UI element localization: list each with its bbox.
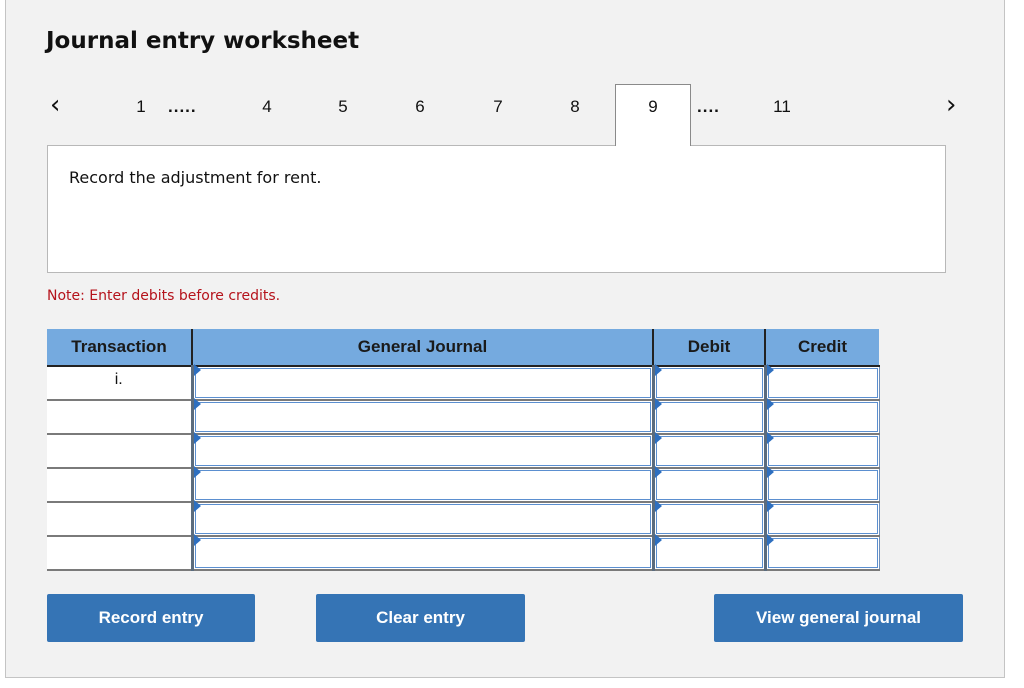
transaction-cell (47, 502, 192, 537)
table-header-row: Transaction General Journal Debit Credit (47, 329, 879, 367)
credit-input[interactable] (767, 402, 878, 432)
dropdown-flag-icon (654, 364, 662, 376)
tabs-ellipsis: ..... (168, 97, 197, 116)
account-input[interactable] (194, 402, 651, 432)
table-row (47, 534, 880, 571)
transaction-cell (47, 400, 192, 435)
prompt-box: Record the adjustment for rent. (47, 145, 946, 273)
debit-input[interactable] (655, 436, 763, 466)
header-debit: Debit (652, 329, 765, 367)
tab-11[interactable]: 11 (764, 84, 800, 130)
credit-cell (763, 432, 880, 469)
dropdown-flag-icon (193, 364, 201, 376)
header-general-journal: General Journal (191, 329, 653, 367)
credit-cell (763, 466, 880, 503)
record-entry-button[interactable]: Record entry (47, 594, 255, 642)
tab-8[interactable]: 8 (560, 84, 590, 130)
table-row (47, 500, 880, 537)
tab-7[interactable]: 7 (483, 84, 513, 130)
transaction-cell: i. (47, 366, 192, 401)
credit-cell (763, 364, 880, 401)
clear-entry-button[interactable]: Clear entry (316, 594, 525, 642)
dropdown-flag-icon (766, 534, 774, 546)
debit-input[interactable] (655, 504, 763, 534)
account-cell (190, 534, 654, 571)
tab-1[interactable]: 1 (126, 84, 156, 130)
credit-cell (763, 534, 880, 571)
debit-cell (651, 500, 766, 537)
tab-6[interactable]: 6 (405, 84, 435, 130)
view-general-journal-button[interactable]: View general journal (714, 594, 963, 642)
debit-input[interactable] (655, 368, 763, 398)
account-input[interactable] (194, 368, 651, 398)
chevron-left-icon[interactable]: ‹ (50, 90, 60, 120)
journal-table: Transaction General Journal Debit Credit… (47, 329, 880, 571)
dropdown-flag-icon (654, 500, 662, 512)
dropdown-flag-icon (766, 466, 774, 478)
credit-input[interactable] (767, 538, 878, 568)
credit-cell (763, 398, 880, 435)
chevron-right-icon[interactable]: › (946, 90, 956, 120)
dropdown-flag-icon (654, 398, 662, 410)
tab-4[interactable]: 4 (252, 84, 282, 130)
credit-cell (763, 500, 880, 537)
credit-input[interactable] (767, 368, 878, 398)
debit-cell (651, 432, 766, 469)
account-cell (190, 500, 654, 537)
account-input[interactable] (194, 436, 651, 466)
account-input[interactable] (194, 504, 651, 534)
dropdown-flag-icon (766, 500, 774, 512)
account-input[interactable] (194, 538, 651, 568)
account-cell (190, 398, 654, 435)
transaction-cell (47, 468, 192, 503)
table-row (47, 432, 880, 469)
dropdown-flag-icon (193, 534, 201, 546)
debit-input[interactable] (655, 538, 763, 568)
credit-input[interactable] (767, 470, 878, 500)
debit-input[interactable] (655, 402, 763, 432)
credit-input[interactable] (767, 436, 878, 466)
dropdown-flag-icon (766, 398, 774, 410)
account-cell (190, 432, 654, 469)
account-cell (190, 466, 654, 503)
entry-tabs: ‹ 1 ..... 4 5 6 7 8 9 .... 11 › (0, 84, 1024, 146)
dropdown-flag-icon (193, 432, 201, 444)
dropdown-flag-icon (654, 432, 662, 444)
debit-cell (651, 466, 766, 503)
debit-cell (651, 398, 766, 435)
debit-input[interactable] (655, 470, 763, 500)
table-row (47, 398, 880, 435)
dropdown-flag-icon (193, 500, 201, 512)
dropdown-flag-icon (193, 466, 201, 478)
dropdown-flag-icon (766, 364, 774, 376)
dropdown-flag-icon (193, 398, 201, 410)
debit-cell (651, 364, 766, 401)
tab-5[interactable]: 5 (328, 84, 358, 130)
transaction-cell (47, 536, 192, 571)
tabs-ellipsis: .... (697, 97, 720, 116)
tab-9[interactable]: 9 (615, 84, 691, 146)
table-row: i. (47, 364, 880, 401)
dropdown-flag-icon (654, 534, 662, 546)
header-credit: Credit (764, 329, 879, 367)
debit-cell (651, 534, 766, 571)
dropdown-flag-icon (654, 466, 662, 478)
credit-input[interactable] (767, 504, 878, 534)
note-text: Note: Enter debits before credits. (47, 288, 281, 304)
table-row (47, 466, 880, 503)
worksheet-title: Journal entry worksheet (46, 28, 360, 54)
transaction-cell (47, 434, 192, 469)
dropdown-flag-icon (766, 432, 774, 444)
header-transaction: Transaction (47, 329, 192, 367)
account-cell (190, 364, 654, 401)
account-input[interactable] (194, 470, 651, 500)
prompt-text: Record the adjustment for rent. (69, 168, 322, 187)
